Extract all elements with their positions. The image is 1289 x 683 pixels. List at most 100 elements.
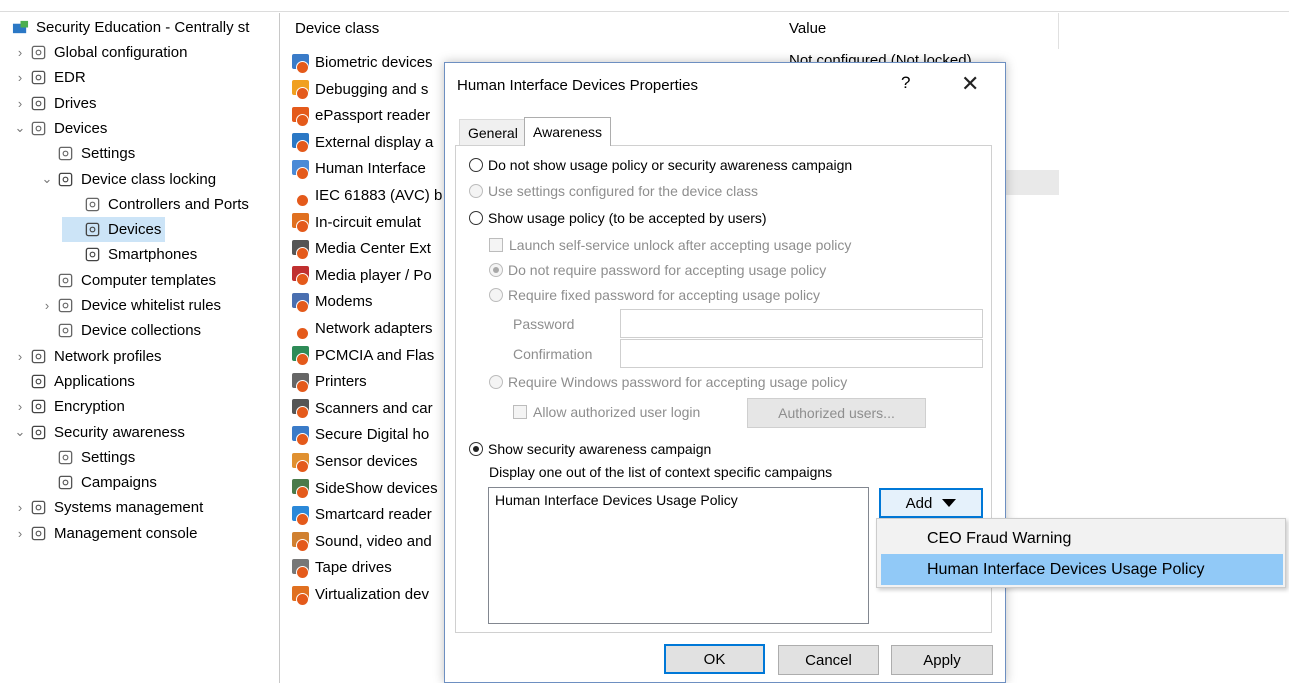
tree-item-controllers-and-ports[interactable]: Controllers and Ports: [62, 192, 253, 217]
systems-icon: [28, 499, 48, 517]
tree-item-encryption[interactable]: › Encryption: [8, 394, 129, 419]
device-class-row[interactable]: Smartcard reader: [291, 502, 432, 527]
tree-item-device-class-locking[interactable]: ⌄ Device class locking: [35, 167, 220, 192]
tree-item-campaigns[interactable]: Campaigns: [35, 470, 161, 495]
tab-general[interactable]: General: [459, 119, 527, 145]
close-button[interactable]: ✕: [961, 71, 979, 97]
device-class-icon: [291, 159, 313, 180]
checkbox-allow-login[interactable]: Allow authorized user login: [513, 404, 700, 420]
tree-item-global-configuration[interactable]: › Global configuration: [8, 40, 191, 65]
tree-item-drives[interactable]: › Drives: [8, 91, 101, 116]
radio-fixed-password[interactable]: Require fixed password for accepting usa…: [489, 287, 820, 303]
radio-use-class-settings[interactable]: Use settings configured for the device c…: [469, 183, 758, 199]
device-class-row[interactable]: PCMCIA and Flas: [291, 343, 434, 368]
device-class-row[interactable]: Network adapters: [291, 316, 433, 341]
apply-button[interactable]: Apply: [891, 645, 993, 675]
campaign-list-item[interactable]: Human Interface Devices Usage Policy: [495, 492, 862, 508]
tree-item-management-console[interactable]: › Management console: [8, 521, 201, 546]
tree-item-computer-templates[interactable]: Computer templates: [35, 268, 220, 293]
device-class-row[interactable]: IEC 61883 (AVC) b: [291, 183, 442, 208]
device-class-label: Virtualization dev: [315, 586, 429, 603]
chevron-right-icon[interactable]: ›: [12, 399, 28, 414]
chevron-down-icon[interactable]: ⌄: [12, 120, 28, 136]
radio-use-class-settings-label: Use settings configured for the device c…: [488, 183, 759, 199]
chevron-right-icon[interactable]: ›: [39, 298, 55, 313]
device-class-row[interactable]: Printers: [291, 369, 367, 394]
device-class-row[interactable]: Media Center Ext: [291, 236, 431, 261]
password-field[interactable]: [620, 309, 983, 338]
chevron-down-icon[interactable]: ⌄: [39, 171, 55, 187]
tree-item-device-collections[interactable]: Device collections: [35, 318, 205, 343]
device-class-icon: [291, 398, 313, 420]
ok-button[interactable]: OK: [664, 644, 765, 674]
device-class-row[interactable]: Tape drives: [291, 555, 392, 580]
device-class-row[interactable]: Debugging and s: [291, 77, 428, 102]
device-class-row[interactable]: SideShow devices: [291, 476, 438, 501]
device-class-row[interactable]: Sound, video and: [291, 529, 432, 554]
tree-item-edr[interactable]: › EDR: [8, 65, 90, 90]
device-class-icon: [291, 186, 313, 207]
tools-icon: [28, 69, 48, 87]
project-icon: [10, 19, 30, 37]
add-campaign-button[interactable]: Add: [879, 488, 983, 518]
device-class-icon: [291, 478, 313, 500]
tree-root[interactable]: Security Education - Centrally st: [10, 15, 249, 40]
chevron-right-icon[interactable]: ›: [12, 96, 28, 111]
device-class-row[interactable]: In-circuit emulat: [291, 210, 421, 235]
device-class-row[interactable]: ePassport reader: [291, 103, 430, 128]
device-class-row[interactable]: Human Interface: [291, 156, 426, 181]
cancel-button[interactable]: Cancel: [778, 645, 879, 675]
awareness-icon: [28, 423, 48, 441]
device-class-row[interactable]: Virtualization dev: [291, 582, 429, 607]
authorized-users-button[interactable]: Authorized users...: [747, 398, 926, 428]
device-class-label: Sound, video and: [315, 532, 432, 550]
tree-item-network-profiles[interactable]: › Network profiles: [8, 344, 166, 369]
tree-item-label: Device whitelist rules: [81, 297, 222, 314]
device-class-label: Media player / Po: [315, 266, 432, 284]
campaign-listbox[interactable]: Human Interface Devices Usage Policy: [488, 487, 869, 624]
chevron-right-icon[interactable]: ›: [12, 500, 28, 515]
tree-item-devices[interactable]: Devices: [62, 217, 166, 243]
radio-no-password[interactable]: Do not require password for accepting us…: [489, 262, 826, 278]
radio-show-campaign[interactable]: Show security awareness campaign: [469, 441, 711, 457]
checkbox-launch-self-service[interactable]: Launch self-service unlock after accepti…: [489, 237, 851, 253]
device-class-row[interactable]: Secure Digital ho: [291, 422, 429, 447]
device-class-icon: [291, 132, 313, 154]
chevron-down-icon[interactable]: ⌄: [12, 424, 28, 440]
tree-item-device-whitelist-rules[interactable]: › Device whitelist rules: [35, 293, 225, 318]
device-class-icon: [291, 585, 313, 606]
device-class-row[interactable]: External display a: [291, 130, 433, 155]
radio-no-policy[interactable]: Do not show usage policy or security awa…: [469, 157, 852, 173]
chevron-right-icon[interactable]: ›: [12, 526, 28, 541]
tree-item-smartphones[interactable]: Smartphones: [62, 242, 201, 267]
tree-item-systems-management[interactable]: › Systems management: [8, 495, 207, 520]
device-class-row[interactable]: Biometric devices: [291, 50, 433, 75]
column-header-device-class[interactable]: Device class: [295, 20, 379, 37]
radio-windows-password-label: Require Windows password for accepting u…: [508, 374, 848, 390]
help-button[interactable]: ?: [901, 73, 910, 93]
device-class-label: Modems: [315, 293, 373, 311]
device-class-row[interactable]: Sensor devices: [291, 449, 418, 474]
tree-item-security-awareness[interactable]: ⌄ Security awareness: [8, 420, 189, 445]
tree-item-applications[interactable]: Applications: [8, 369, 139, 394]
phone-icon: [82, 246, 102, 264]
chevron-right-icon[interactable]: ›: [12, 349, 28, 364]
tree-item-settings[interactable]: Settings: [35, 141, 139, 166]
device-class-row[interactable]: Media player / Po: [291, 263, 432, 288]
device-class-icon: [291, 345, 313, 367]
radio-show-policy[interactable]: Show usage policy (to be accepted by use…: [469, 210, 767, 226]
tree-item-settings[interactable]: Settings: [35, 445, 139, 470]
chevron-right-icon[interactable]: ›: [12, 45, 28, 60]
menu-item-ceo-fraud-warning[interactable]: CEO Fraud Warning: [881, 523, 1283, 554]
radio-circle: [489, 375, 503, 389]
chevron-right-icon[interactable]: ›: [12, 70, 28, 85]
device-class-label: Printers: [315, 373, 367, 391]
device-class-row[interactable]: Scanners and car: [291, 396, 433, 421]
menu-item-hid-usage-policy[interactable]: Human Interface Devices Usage Policy: [881, 554, 1283, 585]
device-class-row[interactable]: Modems: [291, 289, 373, 314]
confirmation-field[interactable]: [620, 339, 983, 368]
tree-item-devices[interactable]: ⌄ Devices: [8, 116, 111, 141]
tab-awareness[interactable]: Awareness: [524, 117, 612, 146]
radio-windows-password[interactable]: Require Windows password for accepting u…: [489, 374, 847, 390]
column-header-value[interactable]: Value: [789, 20, 826, 37]
